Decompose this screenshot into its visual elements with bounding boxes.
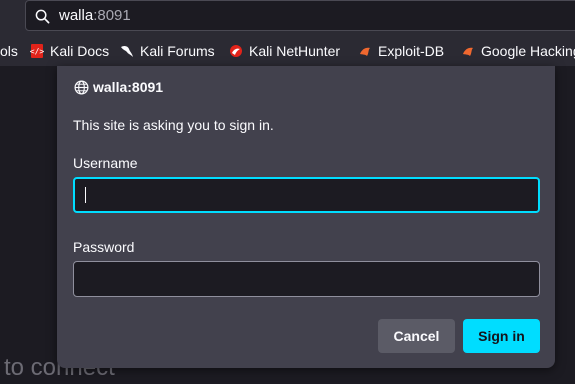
navigation-toolbar: walla:8091 bbox=[0, 0, 575, 34]
bookmark-exploit-db[interactable]: Exploit-DB bbox=[358, 42, 444, 60]
kali-docs-icon: </> bbox=[30, 44, 44, 58]
url-host: walla bbox=[59, 7, 94, 24]
bookmark-kali-nethunter[interactable]: Kali NetHunter bbox=[229, 42, 340, 60]
auth-dialog: walla:8091 This site is asking you to si… bbox=[57, 66, 555, 368]
address-bar[interactable]: walla:8091 bbox=[25, 0, 575, 31]
bookmark-label: Kali NetHunter bbox=[249, 43, 341, 59]
password-field[interactable] bbox=[73, 261, 540, 297]
bookmark-label: Exploit-DB bbox=[378, 43, 445, 59]
bookmark-label: Kali Docs bbox=[50, 43, 110, 59]
url-port: :8091 bbox=[93, 7, 131, 24]
globe-icon bbox=[74, 80, 89, 95]
bookmark-google-hacking[interactable]: Google Hacking bbox=[461, 42, 575, 60]
kali-dragon-icon bbox=[121, 45, 133, 57]
svg-text:</>: </> bbox=[30, 47, 44, 56]
dialog-prompt: This site is asking you to sign in. bbox=[73, 117, 274, 133]
search-icon bbox=[35, 9, 50, 24]
bookmark-kali-docs[interactable]: </> Kali Docs bbox=[30, 42, 109, 60]
text-caret bbox=[85, 187, 86, 203]
bookmarks-toolbar: ols </> Kali Docs Kali Forums Kali NetHu… bbox=[0, 34, 575, 66]
dialog-site-host: walla:8091 bbox=[93, 79, 164, 95]
bookmark-label: ols bbox=[0, 43, 18, 59]
exploitdb-icon bbox=[360, 47, 370, 56]
username-label: Username bbox=[73, 155, 138, 171]
bookmark-kali-forums[interactable]: Kali Forums bbox=[120, 42, 215, 60]
nethunter-icon bbox=[230, 45, 242, 57]
browser-window: walla:8091 ols </> Kali Docs Kali Forums… bbox=[0, 0, 575, 384]
exploitdb-icon bbox=[463, 47, 473, 56]
url-text: walla:8091 bbox=[59, 7, 131, 24]
bookmark-tools[interactable]: ols bbox=[0, 42, 18, 60]
sign-in-button[interactable]: Sign in bbox=[463, 319, 540, 353]
username-field[interactable] bbox=[73, 177, 540, 213]
cancel-button[interactable]: Cancel bbox=[378, 319, 455, 353]
password-label: Password bbox=[73, 239, 135, 255]
bookmark-label: Kali Forums bbox=[140, 43, 215, 59]
bookmark-label: Google Hacking bbox=[481, 43, 575, 59]
